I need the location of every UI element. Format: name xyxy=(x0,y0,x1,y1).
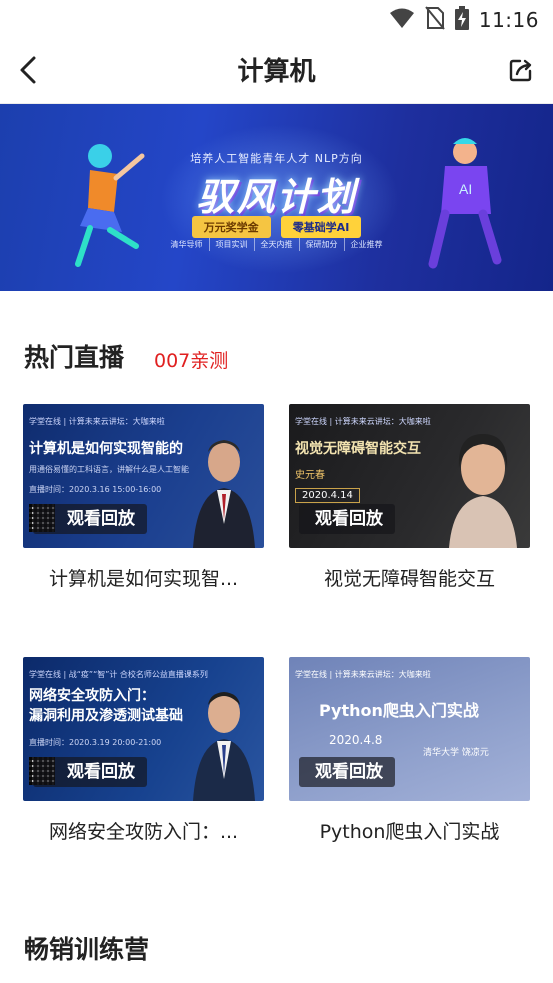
hot-live-note: 007亲测 xyxy=(154,350,229,372)
thumb-title: Python爬虫入门实战 xyxy=(319,701,479,720)
replay-button[interactable]: 观看回放 xyxy=(33,757,147,787)
banner-tag: 企业推荐 xyxy=(343,238,389,251)
thumb-title-line2: 漏洞利用及渗透测试基础 xyxy=(29,708,183,724)
thumb-header: 学堂在线 | 计算未来云讲坛：大咖来啦 xyxy=(295,417,431,426)
banner-tag: 保研加分 xyxy=(298,238,344,251)
back-button[interactable] xyxy=(8,52,48,92)
live-thumbnail[interactable]: 学堂在线 | 计算未来云讲坛：大咖来啦 视觉无障碍智能交互 史元春 2020.4… xyxy=(289,404,530,548)
wifi-icon xyxy=(389,7,415,33)
card-title: 网络安全攻防入门：... xyxy=(48,821,239,843)
bootcamp-title: 畅销训练营 xyxy=(24,935,150,964)
thumb-date: 2020.4.14 xyxy=(295,488,360,503)
status-icons: 11:16 xyxy=(389,6,539,34)
no-sim-icon xyxy=(425,6,445,34)
prize-badge: 万元奖学金 xyxy=(191,216,271,238)
banner-tag: 项目实训 xyxy=(208,238,254,251)
promo-banner[interactable]: AI 培养人工智能青年人才 NLP方向 驭风计划 万元奖学金 零基础学AI 清华… xyxy=(0,104,553,291)
thumb-header: 学堂在线 | 计算未来云讲坛：大咖来啦 xyxy=(29,417,165,426)
thumb-title: 网络安全攻防入门： xyxy=(29,688,155,704)
app-bar: 计算机 xyxy=(0,40,553,104)
chevron-left-icon xyxy=(18,55,38,89)
banner-title: 驭风计划 xyxy=(196,175,357,219)
thumb-title: 视觉无障碍智能交互 xyxy=(295,441,421,457)
thumb-header: 学堂在线 | 计算未来云讲坛：大咖来啦 xyxy=(295,670,431,679)
live-card[interactable]: 学堂在线 | 计算未来云讲坛：大咖来啦 计算机是如何实现智能的 用通俗易懂的工科… xyxy=(23,404,264,591)
thumb-time: 直播时间：2020.3.16 15:00-16:00 xyxy=(29,485,162,494)
speaker-photo xyxy=(193,440,255,548)
live-thumbnail[interactable]: 学堂在线 | 战“疫”“智”计 合校名师公益直播课系列 网络安全攻防入门： 漏洞… xyxy=(23,657,264,801)
status-bar: 11:16 xyxy=(0,0,553,40)
card-title: Python爬虫入门实战 xyxy=(319,821,500,843)
live-card[interactable]: 学堂在线 | 战“疫”“智”计 合校名师公益直播课系列 网络安全攻防入门： 漏洞… xyxy=(23,657,264,844)
share-button[interactable] xyxy=(501,52,541,92)
live-thumbnail[interactable]: 学堂在线 | 计算未来云讲坛：大咖来啦 Python爬虫入门实战 2020.4.… xyxy=(289,657,530,801)
banner-subtitle: 培养人工智能青年人才 NLP方向 xyxy=(190,152,363,165)
banner-tag: 清华导师 xyxy=(170,240,203,249)
live-card[interactable]: 学堂在线 | 计算未来云讲坛：大咖来啦 Python爬虫入门实战 2020.4.… xyxy=(289,657,530,844)
thumb-time: 直播时间：2020.3.19 20:00-21:00 xyxy=(29,738,162,747)
card-title: 计算机是如何实现智... xyxy=(48,568,239,590)
banner-tag: 全天内推 xyxy=(253,238,299,251)
thumb-speaker: 史元春 xyxy=(295,470,325,481)
live-card[interactable]: 学堂在线 | 计算未来云讲坛：大咖来啦 视觉无障碍智能交互 史元春 2020.4… xyxy=(289,404,530,591)
battery-charging-icon xyxy=(454,6,469,34)
thumb-title: 计算机是如何实现智能的 xyxy=(29,441,183,457)
live-thumbnail[interactable]: 学堂在线 | 计算未来云讲坛：大咖来啦 计算机是如何实现智能的 用通俗易懂的工科… xyxy=(23,404,264,548)
thumb-date: 2020.4.8 xyxy=(329,733,383,747)
banner-tags: 清华导师 项目实训 全天内推 保研加分 企业推荐 xyxy=(0,238,553,251)
thumb-subtitle: 用通俗易懂的工科语言，讲解什么是人工智能 xyxy=(29,465,189,474)
card-title: 视觉无障碍智能交互 xyxy=(323,568,495,590)
hot-live-title: 热门直播 xyxy=(24,343,125,372)
replay-button[interactable]: 观看回放 xyxy=(299,504,395,534)
free-badge: 零基础学AI xyxy=(280,216,362,238)
replay-button[interactable]: 观看回放 xyxy=(33,504,147,534)
thumb-speaker: 清华大学 饶凉元 xyxy=(423,748,489,758)
speaker-photo xyxy=(449,434,517,548)
speaker-photo xyxy=(193,692,255,801)
share-icon xyxy=(508,57,534,87)
replay-button[interactable]: 观看回放 xyxy=(299,757,395,787)
banner-badges: 万元奖学金 零基础学AI xyxy=(0,216,553,238)
page-title: 计算机 xyxy=(237,57,316,87)
status-time: 11:16 xyxy=(478,8,539,32)
thumb-header: 学堂在线 | 战“疫”“智”计 合校名师公益直播课系列 xyxy=(29,670,208,679)
